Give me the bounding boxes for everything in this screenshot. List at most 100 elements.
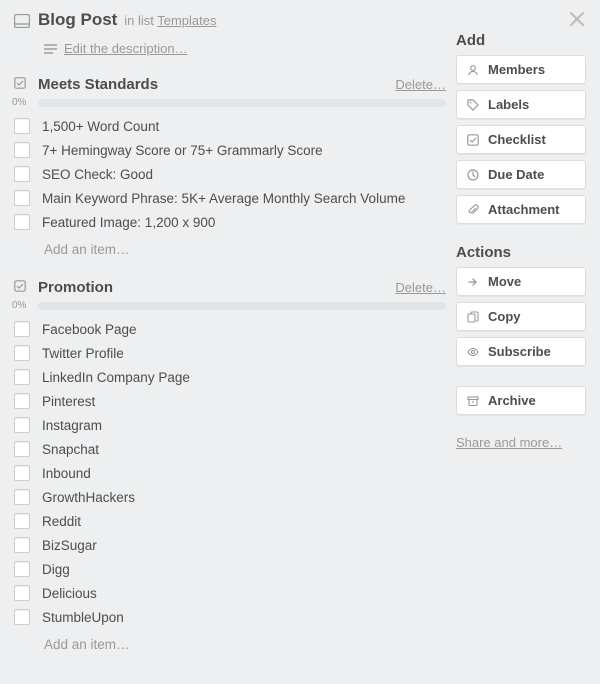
- members-icon: [466, 64, 480, 76]
- checkbox[interactable]: [14, 214, 30, 230]
- checklist-item-label: Reddit: [42, 514, 81, 529]
- checklist-title[interactable]: Promotion: [38, 279, 395, 296]
- checklist-item[interactable]: BizSugar: [10, 533, 446, 557]
- checklist-item-label: BizSugar: [42, 538, 97, 553]
- checklist-item[interactable]: Pinterest: [10, 389, 446, 413]
- checkbox[interactable]: [14, 321, 30, 337]
- checklist-delete-link[interactable]: Delete…: [395, 77, 446, 92]
- checkbox[interactable]: [14, 369, 30, 385]
- checklist-item-label: Twitter Profile: [42, 346, 124, 361]
- checkbox[interactable]: [14, 609, 30, 625]
- checklist-item-label: Facebook Page: [42, 322, 137, 337]
- checklist-item[interactable]: Inbound: [10, 461, 446, 485]
- in-list-text: in list Templates: [124, 13, 216, 28]
- card-title[interactable]: Blog Post: [38, 10, 117, 29]
- checklist-percent: 0%: [10, 97, 38, 108]
- checklist-item[interactable]: Snapchat: [10, 437, 446, 461]
- add-checklist-button[interactable]: Checklist: [456, 125, 586, 154]
- button-label: Copy: [488, 309, 521, 324]
- checklist-item-label: Digg: [42, 562, 70, 577]
- checklist-item-label: Inbound: [42, 466, 91, 481]
- checklist-item[interactable]: Twitter Profile: [10, 341, 446, 365]
- share-link[interactable]: Share and more…: [456, 435, 562, 450]
- card-sidebar: Add Members Labels Checklist Due Date Attach…: [456, 10, 586, 674]
- checkbox[interactable]: [14, 537, 30, 553]
- close-icon[interactable]: [568, 10, 586, 31]
- checklist-item-label: Pinterest: [42, 394, 95, 409]
- attachment-icon: [466, 204, 480, 216]
- checklist-item-label: Featured Image: 1,200 x 900: [42, 215, 215, 230]
- duedate-icon: [466, 169, 480, 181]
- checklist-icon: [466, 134, 480, 146]
- checklist-item[interactable]: Delicious: [10, 581, 446, 605]
- description-row: Edit the description…: [42, 41, 446, 56]
- card-header: Blog Post in list Templates: [10, 10, 446, 31]
- list-link[interactable]: Templates: [157, 13, 216, 28]
- move-icon: [466, 276, 480, 288]
- checklist-icon: [12, 77, 32, 93]
- add-heading: Add: [456, 32, 586, 49]
- checkbox[interactable]: [14, 118, 30, 134]
- checklist-item[interactable]: Featured Image: 1,200 x 900: [10, 210, 446, 234]
- checkbox[interactable]: [14, 513, 30, 529]
- action-move-button[interactable]: Move: [456, 267, 586, 296]
- checklist-item[interactable]: Reddit: [10, 509, 446, 533]
- checklist-section: PromotionDelete…0%Facebook PageTwitter P…: [10, 279, 446, 652]
- checkbox[interactable]: [14, 417, 30, 433]
- action-copy-button[interactable]: Copy: [456, 302, 586, 331]
- button-label: Move: [488, 274, 521, 289]
- checklist-item[interactable]: SEO Check: Good: [10, 162, 446, 186]
- progress-bar: [38, 99, 446, 107]
- checkbox[interactable]: [14, 585, 30, 601]
- card-main: Blog Post in list Templates Edit the des…: [10, 10, 456, 674]
- checkbox[interactable]: [14, 345, 30, 361]
- action-archive-button[interactable]: Archive: [456, 386, 586, 415]
- checklist-item-label: GrowthHackers: [42, 490, 135, 505]
- button-label: Due Date: [488, 167, 544, 182]
- checkbox[interactable]: [14, 190, 30, 206]
- checkbox[interactable]: [14, 441, 30, 457]
- action-subscribe-button[interactable]: Subscribe: [456, 337, 586, 366]
- add-labels-button[interactable]: Labels: [456, 90, 586, 119]
- checklist-item[interactable]: Facebook Page: [10, 317, 446, 341]
- checklist-title[interactable]: Meets Standards: [38, 76, 395, 93]
- card-icon: [12, 14, 32, 28]
- checklist-item[interactable]: 7+ Hemingway Score or 75+ Grammarly Scor…: [10, 138, 446, 162]
- button-label: Attachment: [488, 202, 560, 217]
- actions-heading: Actions: [456, 244, 586, 261]
- checklist-item[interactable]: Main Keyword Phrase: 5K+ Average Monthly…: [10, 186, 446, 210]
- checkbox[interactable]: [14, 393, 30, 409]
- checklist-item[interactable]: GrowthHackers: [10, 485, 446, 509]
- add-attachment-button[interactable]: Attachment: [456, 195, 586, 224]
- checkbox[interactable]: [14, 465, 30, 481]
- checklist-item-label: SEO Check: Good: [42, 167, 153, 182]
- checkbox[interactable]: [14, 489, 30, 505]
- checkbox[interactable]: [14, 166, 30, 182]
- checklist-item-label: 7+ Hemingway Score or 75+ Grammarly Scor…: [42, 143, 323, 158]
- progress-bar: [38, 302, 446, 310]
- checklist-item[interactable]: StumbleUpon: [10, 605, 446, 629]
- checklist-progress: 0%: [10, 97, 446, 108]
- add-due-date-button[interactable]: Due Date: [456, 160, 586, 189]
- checklist-item[interactable]: 1,500+ Word Count: [10, 114, 446, 138]
- checklist-item-label: 1,500+ Word Count: [42, 119, 159, 134]
- in-list-prefix: in list: [124, 13, 154, 28]
- add-item-link[interactable]: Add an item…: [44, 637, 446, 652]
- checklist-item-label: Snapchat: [42, 442, 99, 457]
- checklist-item[interactable]: LinkedIn Company Page: [10, 365, 446, 389]
- checklist-item-label: StumbleUpon: [42, 610, 124, 625]
- checklist-header: PromotionDelete…: [10, 279, 446, 296]
- edit-description-link[interactable]: Edit the description…: [64, 41, 188, 56]
- checklist-item[interactable]: Digg: [10, 557, 446, 581]
- button-label: Labels: [488, 97, 529, 112]
- checklist-header: Meets StandardsDelete…: [10, 76, 446, 93]
- button-label: Members: [488, 62, 545, 77]
- checklist-item[interactable]: Instagram: [10, 413, 446, 437]
- description-icon: [42, 44, 58, 54]
- add-item-link[interactable]: Add an item…: [44, 242, 446, 257]
- checklist-delete-link[interactable]: Delete…: [395, 280, 446, 295]
- add-members-button[interactable]: Members: [456, 55, 586, 84]
- checkbox[interactable]: [14, 561, 30, 577]
- button-label: Subscribe: [488, 344, 551, 359]
- checkbox[interactable]: [14, 142, 30, 158]
